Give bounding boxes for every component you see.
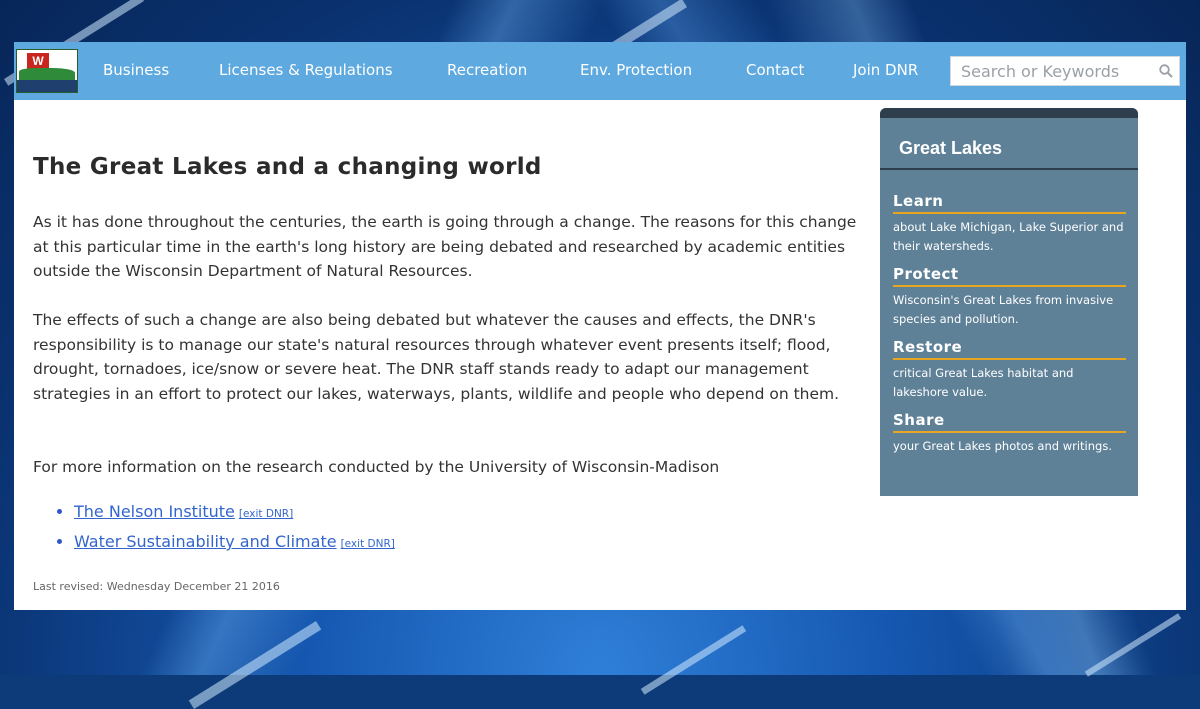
paragraph: The effects of such a change are also be…: [33, 311, 840, 403]
exit-dnr-label[interactable]: [exit DNR]: [341, 538, 395, 550]
sidebar-text: Wisconsin's Great Lakes from invasive sp…: [893, 293, 1114, 326]
page-title: The Great Lakes and a changing world: [33, 154, 542, 180]
water-sustainability-link[interactable]: Water Sustainability and Climate: [74, 532, 337, 551]
main-content: The Great Lakes and a changing world As …: [33, 154, 873, 593]
paragraph: For more information on the research con…: [33, 458, 720, 476]
sidebar-title: Great Lakes: [899, 138, 1003, 158]
last-revised: Last revised: Wednesday December 21 2016: [33, 580, 280, 593]
sidebar-section-protect: Protect Wisconsin's Great Lakes from inv…: [893, 265, 1126, 329]
nav-recreation[interactable]: Recreation: [447, 61, 527, 79]
dnr-logo[interactable]: W: [16, 49, 78, 93]
nav-contact[interactable]: Contact: [746, 61, 804, 79]
exit-dnr-label[interactable]: [exit DNR]: [239, 508, 293, 520]
sidebar-text: critical Great Lakes habitat and lakesho…: [893, 366, 1074, 399]
nav-licenses-regulations[interactable]: Licenses & Regulations: [219, 61, 393, 79]
list-item: Water Sustainability and Climate [exit DN…: [74, 528, 395, 558]
sidebar-text: your Great Lakes photos and writings.: [893, 439, 1112, 453]
nav-business[interactable]: Business: [103, 61, 169, 79]
sidebar-link-learn[interactable]: Learn: [893, 192, 1126, 214]
search-input[interactable]: [951, 57, 1161, 85]
search-box: [950, 56, 1180, 86]
sidebar-section-share: Share your Great Lakes photos and writin…: [893, 411, 1126, 456]
top-navigation: W Business Licenses & Regulations Recrea…: [14, 42, 1186, 100]
paragraph: As it has done throughout the centuries,…: [33, 213, 857, 280]
nav-join-dnr[interactable]: Join DNR: [853, 61, 918, 79]
resource-links: The Nelson Institute [exit DNR] Water Sus…: [33, 498, 395, 558]
nelson-institute-link[interactable]: The Nelson Institute: [74, 502, 235, 521]
sidebar-link-share[interactable]: Share: [893, 411, 1126, 433]
logo-hill: [19, 68, 75, 80]
sidebar-section-restore: Restore critical Great Lakes habitat and…: [893, 338, 1126, 402]
webpage: W Business Licenses & Regulations Recrea…: [14, 42, 1186, 610]
list-item: The Nelson Institute [exit DNR]: [74, 498, 395, 528]
search-icon[interactable]: [1159, 64, 1173, 78]
sidebar-header: Great Lakes: [880, 118, 1138, 170]
sidebar-text: about Lake Michigan, Lake Superior and t…: [893, 220, 1124, 253]
nav-env-protection[interactable]: Env. Protection: [580, 61, 692, 79]
great-lakes-sidebar: Great Lakes Learn about Lake Michigan, L…: [880, 108, 1138, 496]
sidebar-cap: [880, 108, 1138, 118]
logo-emblem: W: [27, 53, 49, 69]
sidebar-link-restore[interactable]: Restore: [893, 338, 1126, 360]
sidebar-section-learn: Learn about Lake Michigan, Lake Superior…: [893, 192, 1126, 256]
logo-water: [17, 80, 77, 92]
sidebar-link-protect[interactable]: Protect: [893, 265, 1126, 287]
